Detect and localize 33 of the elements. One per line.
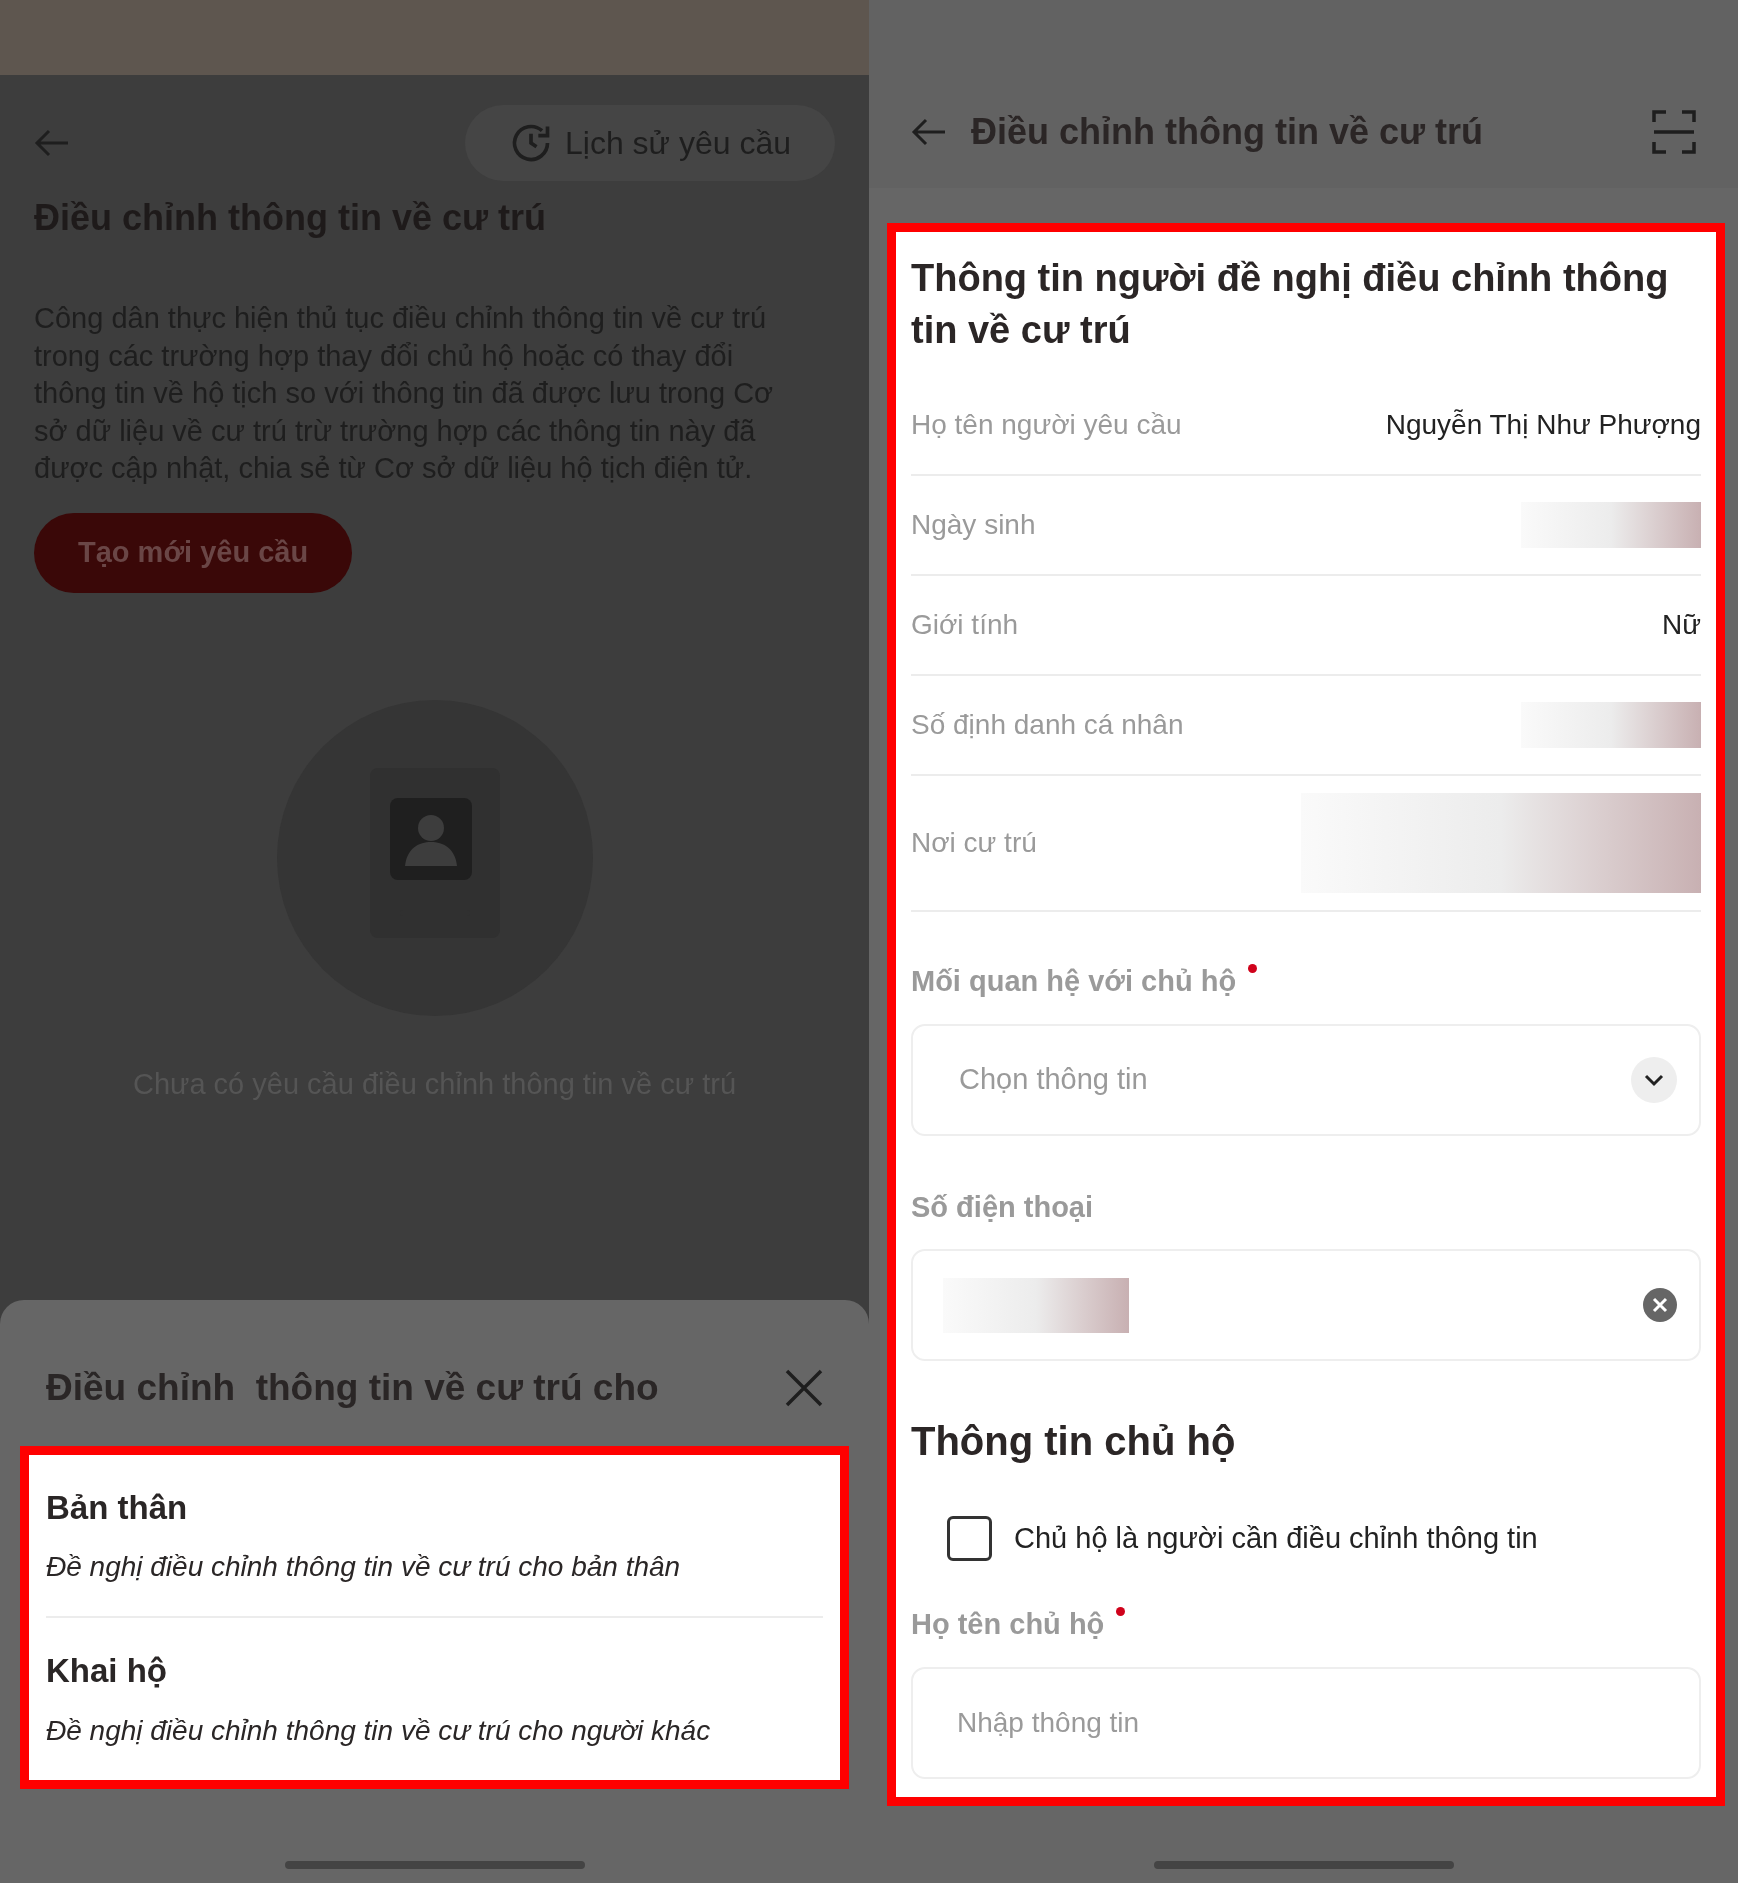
clear-icon[interactable] — [1643, 1288, 1677, 1322]
close-icon[interactable] — [785, 1368, 823, 1407]
sheet-title: Điều chỉnh thông tin về cư trú cho — [46, 1366, 659, 1410]
screen-title: Điều chỉnh thông tin về cư trú — [971, 110, 1485, 154]
field-label: Họ tên chủ hộ — [911, 1607, 1105, 1642]
info-label: Số định danh cá nhân — [911, 708, 1184, 742]
option-subtitle: Đề nghị điều chỉnh thông tin về cư trú cho người khác — [46, 1713, 712, 1748]
section-title: Thông tin người đề nghị điều chỉnh thông tin về cư trú — [911, 256, 1670, 353]
scan-icon[interactable] — [1652, 110, 1696, 154]
info-label: Họ tên người yêu cầu — [911, 408, 1182, 442]
info-value: Nữ — [1662, 608, 1701, 642]
option-title: Bản thân — [46, 1487, 189, 1528]
phone-field[interactable] — [911, 1249, 1701, 1361]
option-subtitle: Đề nghị điều chỉnh thông tin về cư trú cho bản thân — [46, 1550, 682, 1584]
create-request-button[interactable]: Tạo mới yêu cầu — [34, 512, 353, 593]
select-placeholder: Chọn thông tin — [959, 1061, 1148, 1097]
option-item[interactable]: Bản thân Đề nghị điều chỉnh thông tin về cư trú cho bản thân — [46, 1454, 823, 1616]
field-label: Số điện thoại — [911, 1189, 1094, 1225]
owner-name-field[interactable]: Nhập thông tin — [911, 1666, 1701, 1779]
option-title: Khai hộ — [46, 1651, 168, 1691]
option-item[interactable]: Khai hộ Đề nghị điều chỉnh thông tin về cư trú cho người khác — [46, 1616, 823, 1780]
info-label: Ngày sinh — [911, 508, 1036, 542]
checkbox-label: Chủ hộ là người cần điều chỉnh thông tin — [1014, 1520, 1538, 1556]
back-arrow-icon[interactable] — [34, 128, 70, 158]
info-value: Nguyễn Thị Như Phượng — [1385, 408, 1701, 442]
field-label: Mối quan hệ với chủ hộ — [911, 964, 1237, 999]
info-label: Giới tính — [911, 608, 1019, 642]
checkbox[interactable] — [947, 1516, 992, 1561]
back-arrow-icon[interactable] — [911, 117, 947, 147]
relationship-select[interactable]: Chọn thông tin — [911, 1023, 1701, 1136]
chevron-down-icon — [1631, 1056, 1677, 1103]
info-label: Nơi cư trú — [911, 826, 1037, 860]
section-title: Thông tin chủ hộ — [911, 1418, 1237, 1465]
